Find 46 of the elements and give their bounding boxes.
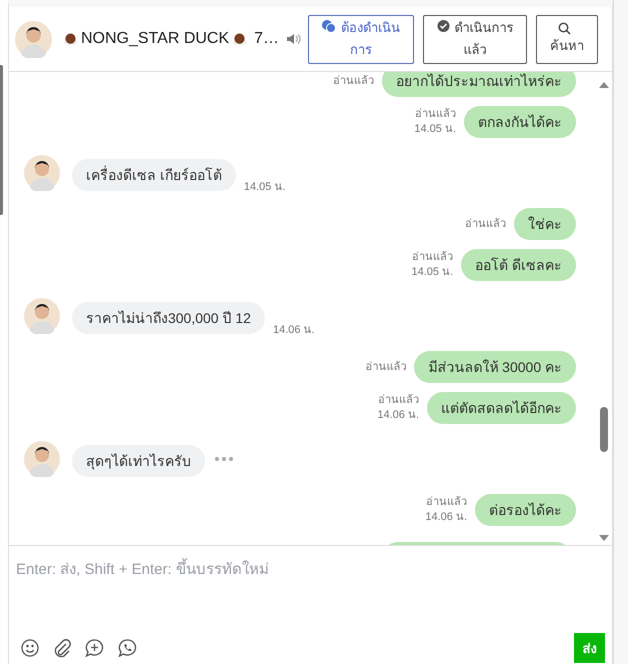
cup-icon xyxy=(62,30,79,48)
todo-button[interactable]: ต้องดำเนินการ xyxy=(308,14,414,64)
read-status: อ่านแล้ว xyxy=(465,216,506,232)
search-icon xyxy=(558,22,572,34)
message-bubble: สุดๆได้เท่าไรครับ xyxy=(72,445,205,477)
message-bubble: เครื่องดีเซล เกียร์ออโต้ xyxy=(72,159,236,191)
scroll-up-icon[interactable] xyxy=(598,80,610,90)
phone-chat-icon[interactable] xyxy=(118,639,137,657)
message-time: 14.05 น. xyxy=(414,122,456,137)
paperclip-icon[interactable] xyxy=(52,638,71,658)
message-time: 14.06 น. xyxy=(272,323,315,338)
cup-icon xyxy=(231,30,248,48)
read-status: อ่านแล้ว xyxy=(365,360,406,374)
read-status: อ่านแล้ว xyxy=(412,250,454,265)
avatar-icon xyxy=(24,155,60,191)
done-button[interactable]: ดำเนินการแล้ว xyxy=(423,14,528,64)
message-bubble: ต่อรองได้คะ xyxy=(475,494,576,526)
add-chat-icon[interactable] xyxy=(84,639,104,657)
avatar-icon xyxy=(24,298,60,334)
chat-title: NONG_STAR DUCK xyxy=(80,30,230,48)
message-bubble: ออโต้ ดีเซลคะ xyxy=(461,249,576,281)
message-bubble: ใช่คะ xyxy=(514,208,576,240)
message-time: 14.05 น. xyxy=(244,180,286,195)
avatar-icon xyxy=(14,20,52,58)
read-status: อ่านแล้ว xyxy=(378,393,420,408)
message-bubble: ตกลงกันได้คะ xyxy=(464,106,576,138)
emoji-icon[interactable] xyxy=(20,639,39,657)
message-time: 14.06 น. xyxy=(425,510,468,525)
check-bubble-icon xyxy=(436,20,450,33)
chat-bubbles-icon xyxy=(322,20,336,33)
message-bubble: ราคาไม่น่าถึง300,000 ปี 12 xyxy=(72,302,265,334)
message-time: 14.05 น. xyxy=(411,265,454,280)
message-time: 14.06 น. xyxy=(377,408,420,423)
message-bubble: อยากได้ประมาณเท่าไหร่คะ xyxy=(382,72,576,97)
read-status: อ่านแล้ว xyxy=(415,107,456,122)
scrollbar-thumb[interactable] xyxy=(0,65,3,215)
search-button[interactable]: ค้นหา xyxy=(536,14,598,64)
scroll-down-icon[interactable] xyxy=(598,533,610,543)
message-bubble: มีส่วนลดให้ 30000 คะ xyxy=(414,351,576,383)
speaker-icon[interactable] xyxy=(285,31,302,47)
read-status: อ่านแล้ว xyxy=(426,495,468,510)
read-status: อ่านแล้ว xyxy=(333,74,374,88)
message-bubble: แต่ตัดสดลดได้อีกคะ xyxy=(427,392,576,424)
avatar-icon xyxy=(24,441,60,477)
scrollbar-thumb[interactable] xyxy=(600,407,608,452)
chat-title-suffix: 7… xyxy=(254,30,280,48)
